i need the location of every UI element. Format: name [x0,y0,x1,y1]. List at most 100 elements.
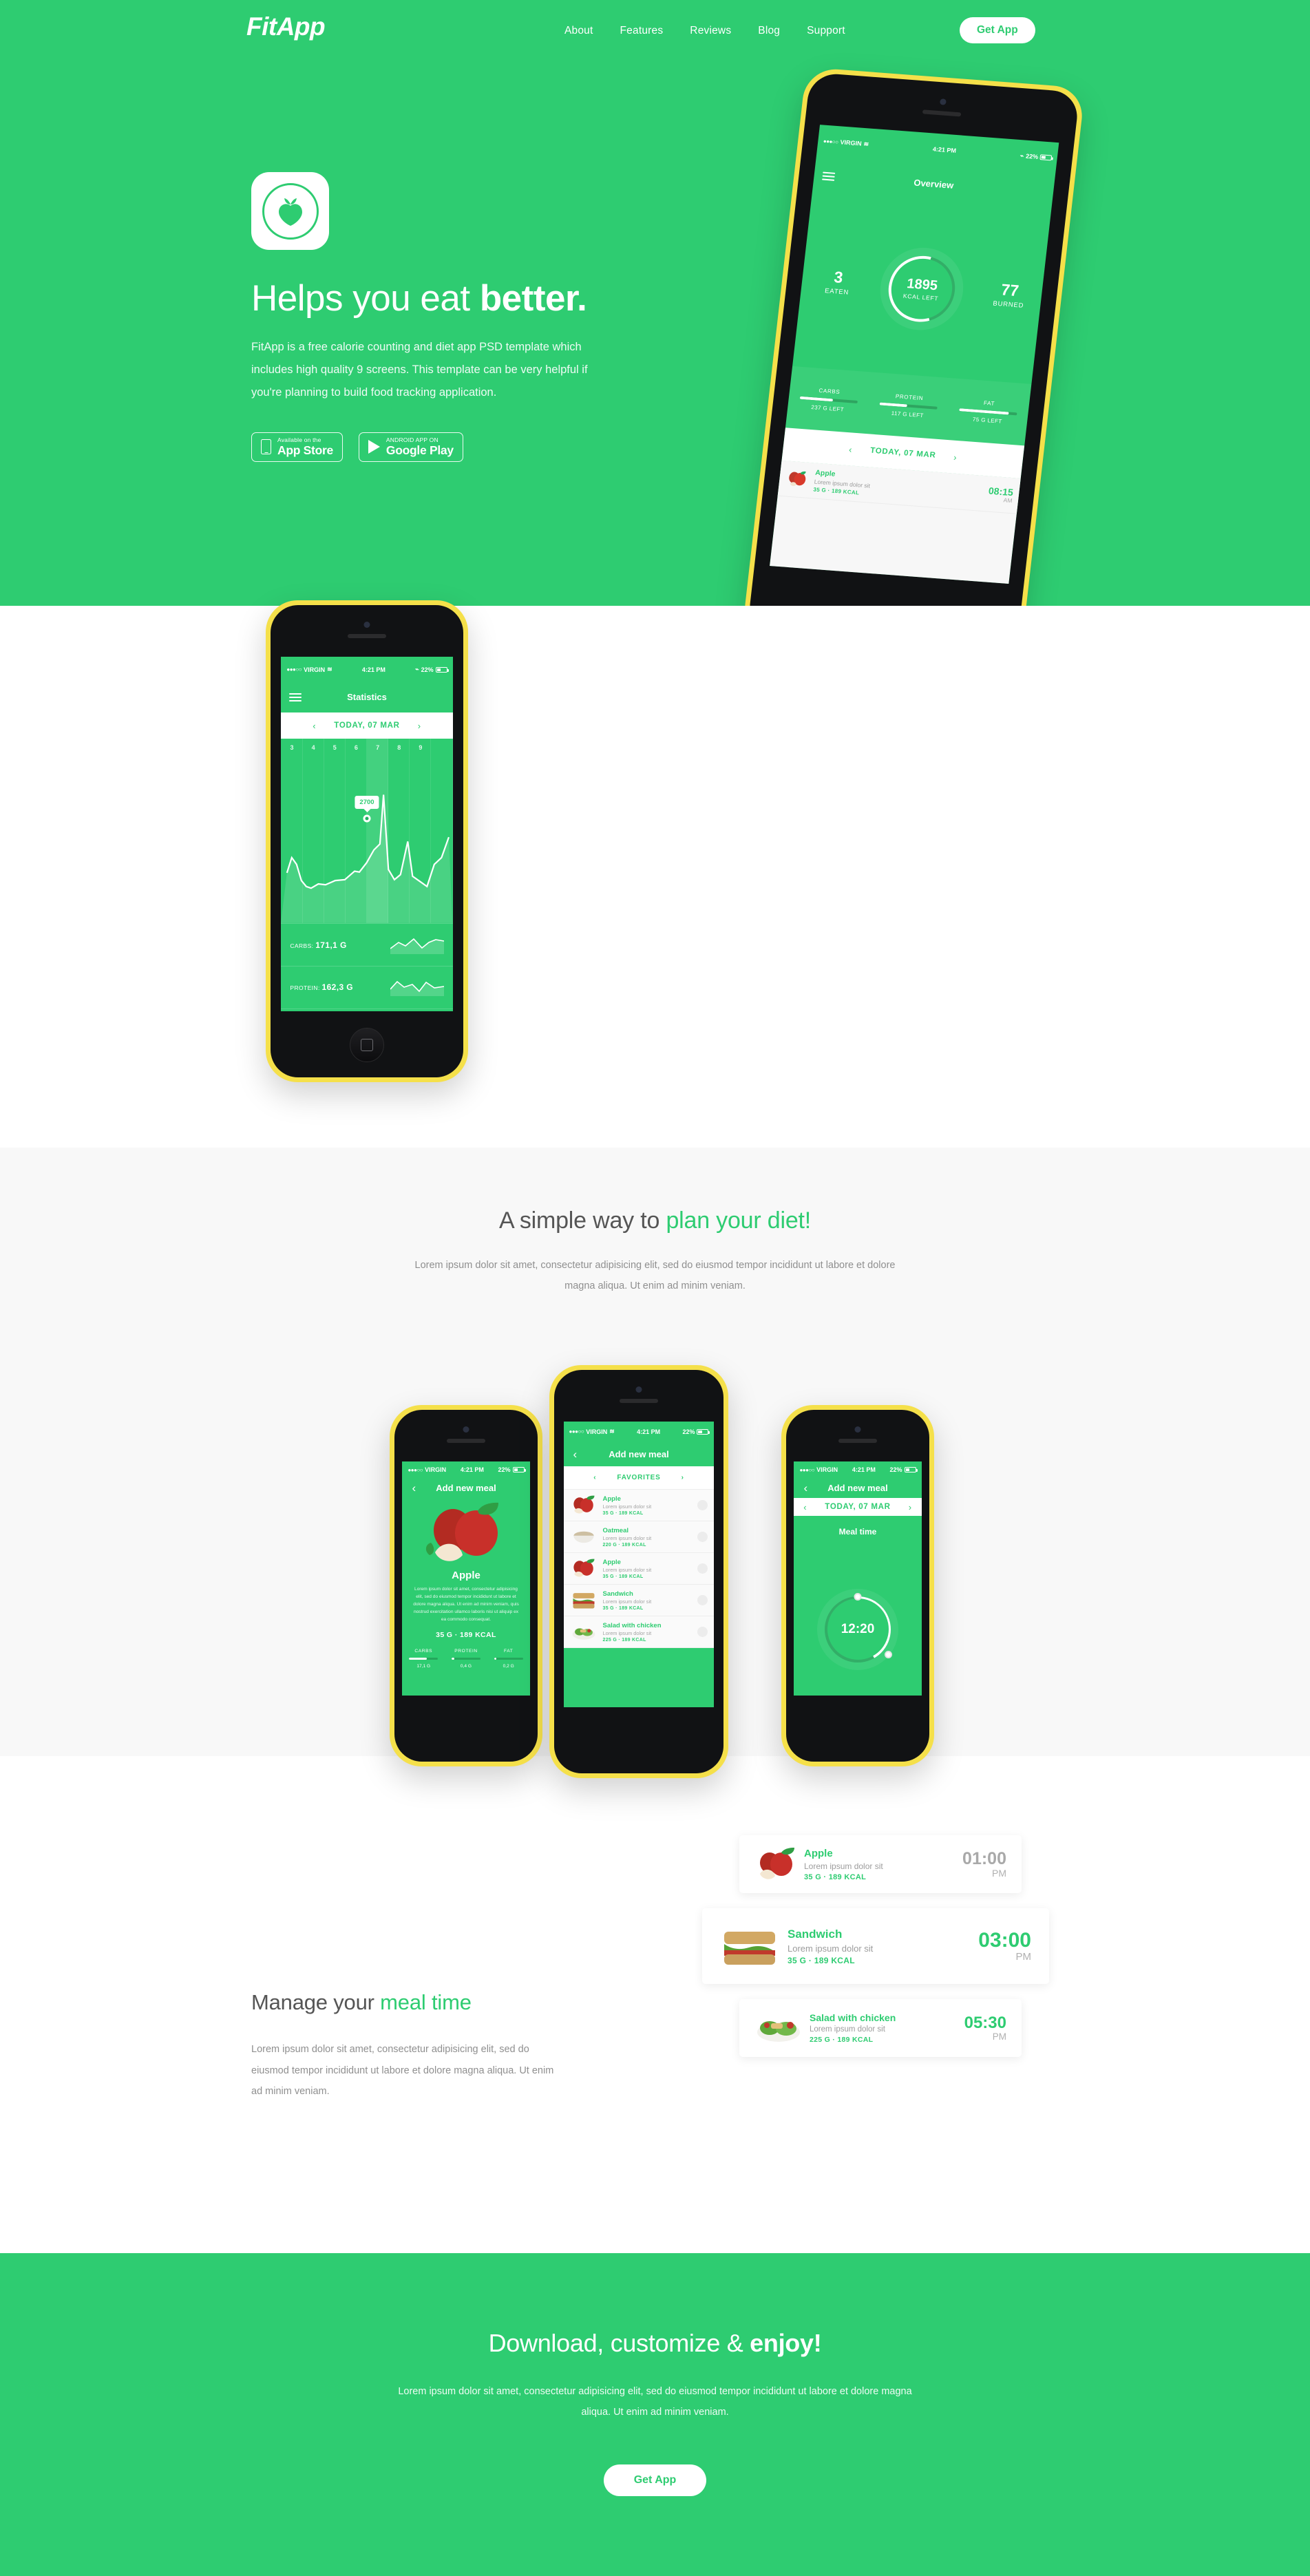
clock-label: 4:21 PM [637,1428,661,1435]
nav-item-reviews[interactable]: Reviews [690,25,731,37]
dial-handle-end[interactable] [885,1650,892,1658]
statistics-section: ●●●○○ VIRGIN ≋ 4:21 PM ⌁ 22% Statistics ‹ T… [0,600,1310,1148]
detail-protein-label: PROTEIN [454,1648,478,1654]
meal-time-dial[interactable]: 12:20 [794,1537,921,1696]
plan-diet-section: A simple way to plan your diet! Lorem ip… [0,1148,1310,1778]
nav-item-about[interactable]: About [564,25,593,37]
battery-icon [1039,154,1053,161]
nav-get-app-button[interactable]: Get App [960,17,1035,43]
statistics-date-bar[interactable]: ‹ TODAY, 07 MAR › [281,712,453,739]
overview-title: Overview [913,177,955,191]
favorites-next-icon[interactable]: › [682,1474,684,1481]
favorites-list: ‹ FAVORITES › Apple Lorem ipsum dolor si… [563,1466,715,1649]
plan-title-dark: A simple way to [498,1207,666,1234]
menu-hamburger-icon[interactable] [289,691,302,704]
dial-handle-start[interactable] [854,1592,862,1601]
app-logo-icon [251,172,329,250]
meal-card-apple[interactable]: Apple Lorem ipsum dolor sit 35 G · 189 K… [739,1835,1022,1893]
list-item[interactable]: Apple Lorem ipsum dolor sit 35 G · 189 K… [563,1553,715,1585]
sandwich-food-icon [720,1923,781,1969]
nav-item-support[interactable]: Support [807,25,845,37]
detail-protein-value: 0,4 G [460,1664,472,1669]
cta-title-light: Download, customize & [488,2329,750,2357]
add-to-meal-icon[interactable] [697,1563,708,1574]
back-chevron-icon[interactable]: ‹ [412,1481,416,1495]
list-item[interactable]: Salad with chicken Lorem ipsum dolor sit… [563,1616,715,1649]
carrier-label: VIRGIN [816,1466,838,1474]
statistics-screen: ●●●○○ VIRGIN ≋ 4:21 PM ⌁ 22% Statistics ‹ T… [281,657,453,1011]
store-badges: Available on the App Store ANDROID APP O… [251,432,678,462]
signal-dots-icon: ●●●○○ [569,1428,584,1435]
battery-pct-label: 22% [682,1428,695,1435]
menu-hamburger-icon[interactable] [821,169,835,182]
meal-time-screen: ●●●○○ VIRGIN 4:21 PM 22% ‹ Add new meal ‹… [794,1461,922,1696]
meal-card-desc: Lorem ipsum dolor sit [788,1943,874,1954]
fav-name: Oatmeal [602,1526,629,1534]
add-to-meal-icon[interactable] [697,1627,708,1638]
manage-title-green: meal time [380,1990,472,2014]
list-item[interactable]: Oatmeal Lorem ipsum dolor sit 220 G · 18… [563,1521,715,1554]
app-store-badge[interactable]: Available on the App Store [251,432,343,462]
meal-card-kcal: 35 G · 189 KCAL [788,1955,855,1965]
phone-speaker [348,634,386,638]
nav-links: About Features Reviews Blog Support [564,25,845,37]
detail-food-description: Lorem ipsum dolor sit amet, consectetur … [413,1587,519,1622]
favorites-tab-bar[interactable]: ‹ FAVORITES › [563,1466,715,1490]
hero-title: Helps you eat better. [251,279,678,318]
date-next-icon[interactable]: › [953,452,958,462]
date-prev-icon[interactable]: ‹ [313,721,316,731]
cta-title: Download, customize & enjoy! [0,2329,1310,2358]
apple-food-icon [788,471,806,486]
mealtime-date-bar[interactable]: ‹ TODAY, 07 MAR › [794,1498,922,1516]
macro-carbs-label: CARBS [818,387,841,396]
date-next-icon[interactable]: › [909,1502,912,1512]
cta-title-bold: enjoy! [750,2329,822,2357]
back-chevron-icon[interactable]: ‹ [573,1448,578,1461]
meal-card-time: 01:00 [962,1848,1006,1868]
add-to-meal-icon[interactable] [697,1532,708,1543]
date-prev-icon[interactable]: ‹ [848,444,853,454]
date-next-icon[interactable]: › [418,721,421,731]
stat-carbs-label: CARBS: [290,942,314,949]
wifi-icon: ≋ [327,666,332,673]
favorites-app-bar: ‹ Add new meal [564,1442,715,1466]
sandwich-food-icon [573,1593,595,1609]
status-bar: ●●●○○ VIRGIN 4:21 PM 22% [794,1461,921,1478]
add-to-meal-icon[interactable] [697,1595,708,1606]
meal-card-ampm: PM [1015,1950,1032,1963]
phone-trio: ●●●○○VIRGIN 4:21 PM 22% ‹ Add new meal [0,1365,1310,1778]
meal-card-salad[interactable]: Salad with chicken Lorem ipsum dolor sit… [739,1999,1022,2057]
list-item[interactable]: Sandwich Lorem ipsum dolor sit 35 G · 18… [563,1585,715,1617]
nav-item-blog[interactable]: Blog [758,25,780,37]
meal-card-desc: Lorem ipsum dolor sit [810,2025,885,2034]
kcal-left-label: KCAL LEFT [902,292,939,302]
plan-section-subtitle: Lorem ipsum dolor sit amet, consectetur … [414,1260,896,1292]
google-play-badge[interactable]: ANDROID APP ON Google Play [358,432,463,462]
bluetooth-icon: ⌁ [1020,151,1024,160]
play-triangle-icon [368,440,380,454]
apple-food-icon [425,1503,498,1562]
nav-item-features[interactable]: Features [620,25,664,37]
fav-kcal: 35 G · 189 KCAL [602,1574,644,1579]
apple-logo-icon [278,198,302,226]
bluetooth-icon: ⌁ [415,666,419,673]
meal-card-sandwich[interactable]: Sandwich Lorem ipsum dolor sit 35 G · 18… [702,1908,1049,1984]
meal-time-value: 12:20 [827,1598,889,1660]
detail-macro-protein: PROTEIN 0,4 G [445,1649,487,1669]
mealtime-heading: Meal time [838,1526,877,1537]
favorites-prev-icon[interactable]: ‹ [593,1474,596,1481]
date-prev-icon[interactable]: ‹ [803,1502,807,1512]
kcal-left-value: 1895 [906,275,939,293]
site-logo[interactable]: FitApp [246,12,326,41]
statistics-title: Statistics [347,692,387,703]
cta-get-app-button[interactable]: Get App [603,2464,707,2496]
phone-home-button[interactable] [350,1028,384,1062]
status-bar: ●●●○○ VIRGIN 4:21 PM 22% [402,1461,529,1478]
protein-sparkline-icon [390,981,444,997]
back-chevron-icon[interactable]: ‹ [803,1481,807,1495]
add-to-meal-icon[interactable] [697,1500,708,1511]
main-navigation: FitApp About Features Reviews Blog Suppo… [0,0,1310,69]
oatmeal-food-icon [573,1531,594,1543]
hero-phone-mockup: ●●●○○ VIRGIN ≋ 4:21 PM ⌁ 22% Overview 3 EAT… [741,67,1086,606]
list-item[interactable]: Apple Lorem ipsum dolor sit 35 G · 189 K… [563,1490,715,1522]
